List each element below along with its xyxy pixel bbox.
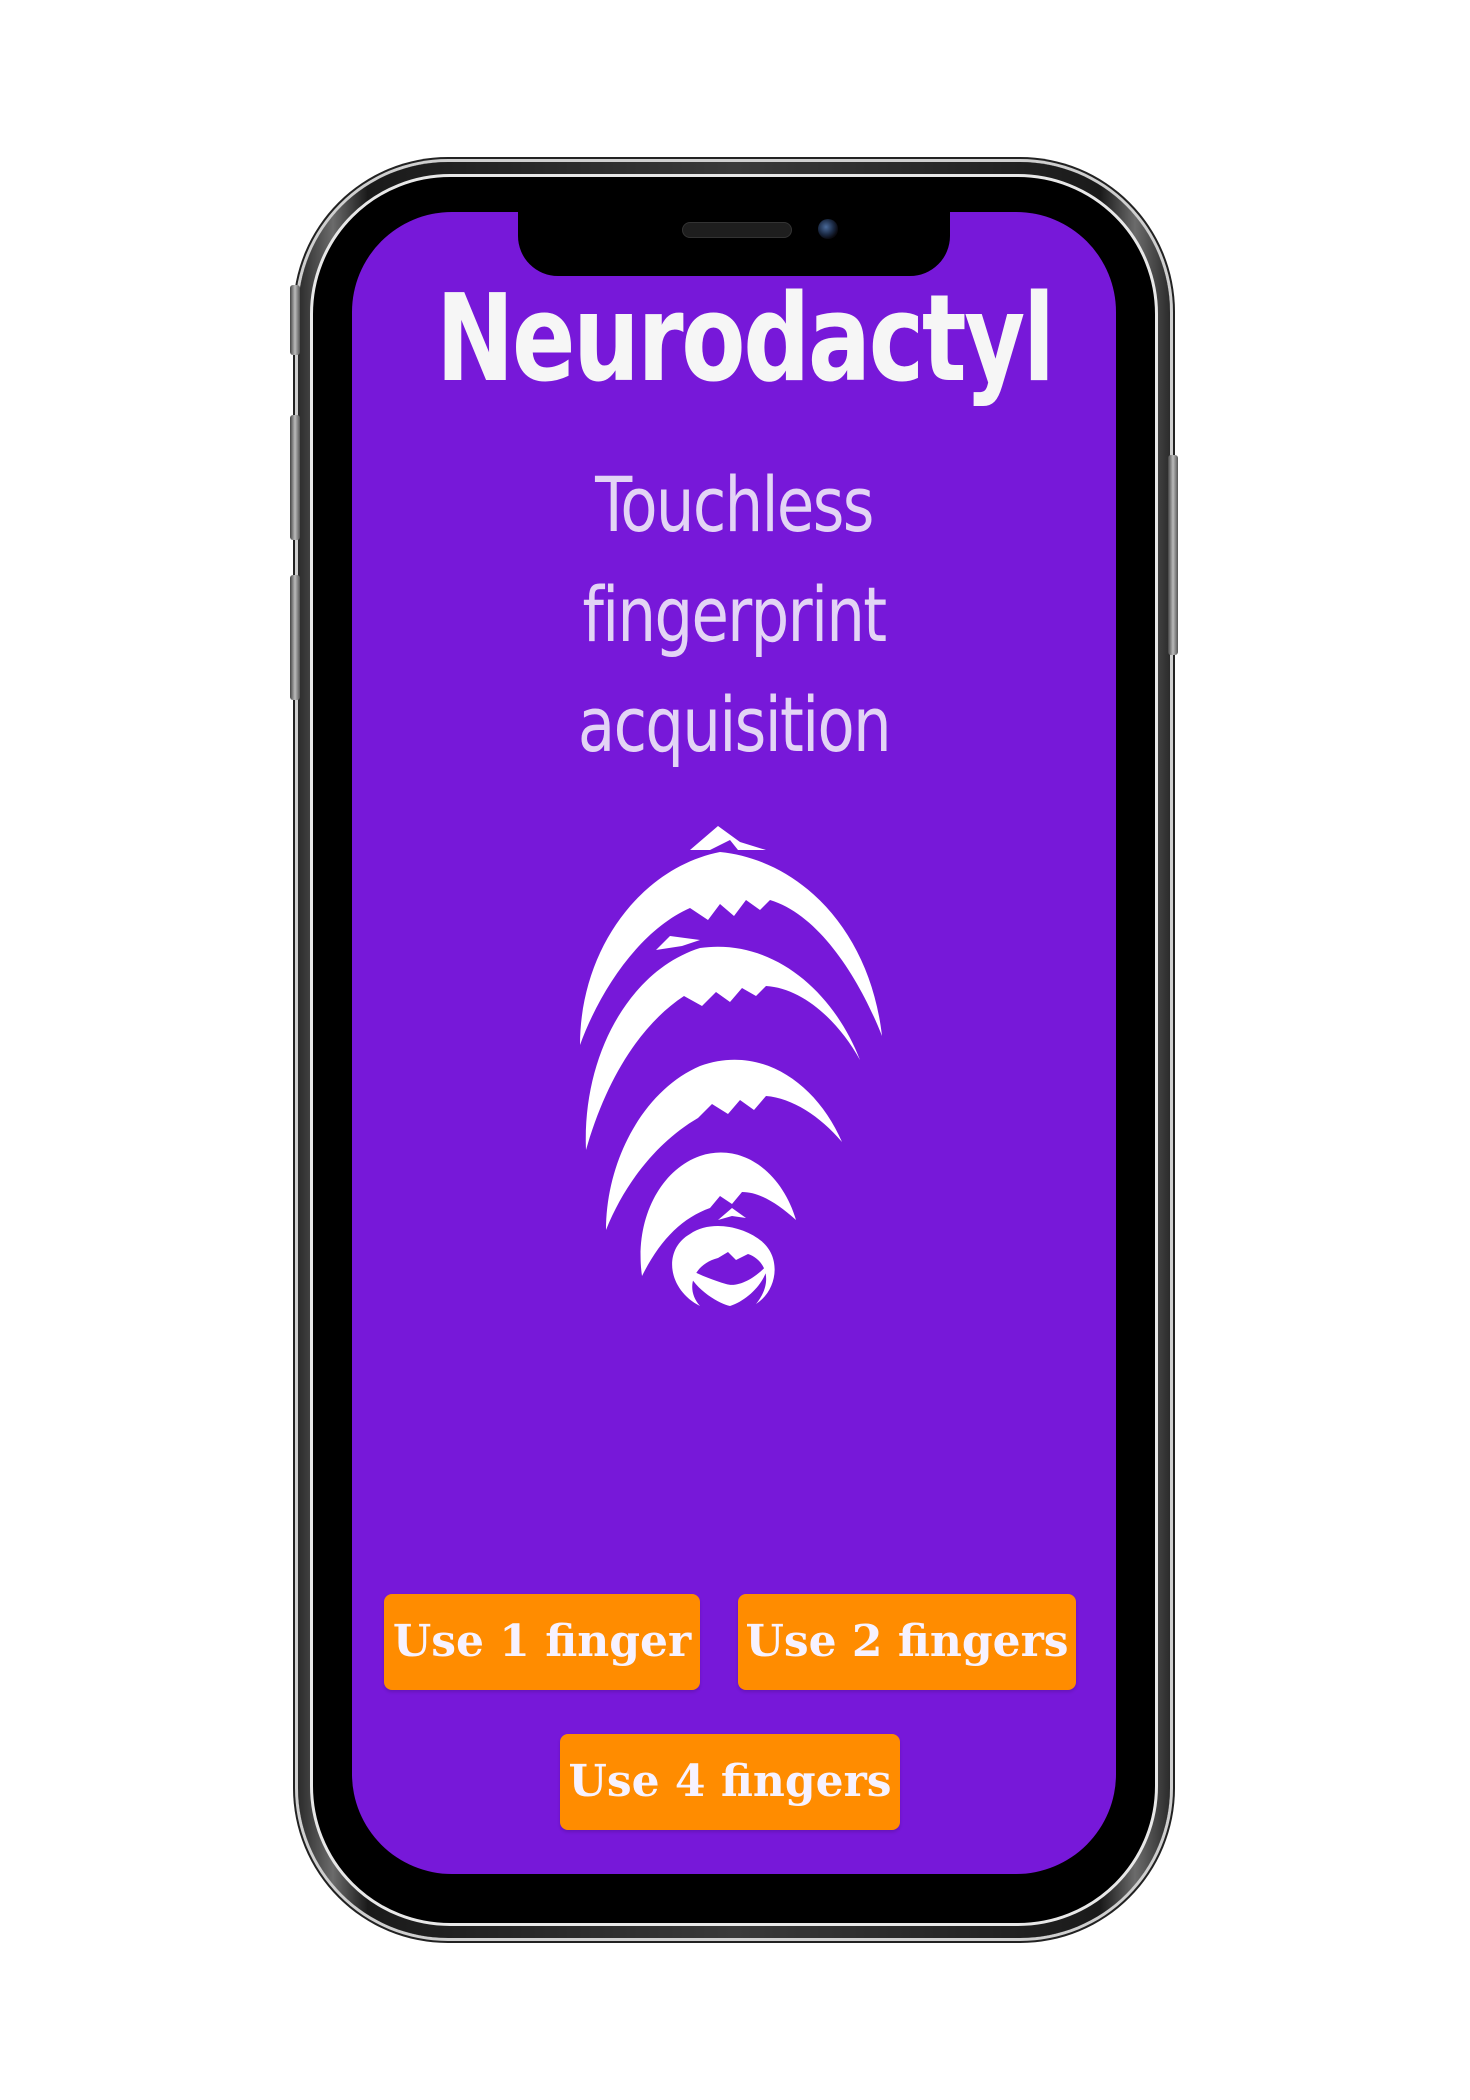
app-title: Neurodactyl: [436, 270, 1055, 409]
phone-mute-switch: [290, 285, 300, 355]
use-1-finger-button[interactable]: Use 1 finger: [384, 1594, 700, 1690]
phone-volume-down: [290, 575, 300, 700]
app-subtitle: Touchless fingerprint acquisition: [577, 460, 892, 769]
use-2-fingers-button[interactable]: Use 2 fingers: [738, 1594, 1076, 1690]
use-4-fingers-button[interactable]: Use 4 fingers: [560, 1734, 900, 1830]
speaker-grille: [682, 222, 792, 238]
front-camera: [818, 219, 838, 239]
phone-notch: [518, 204, 950, 276]
fingerprint-logo-icon: [580, 826, 882, 1306]
phone-volume-up: [290, 415, 300, 540]
phone-power-button: [1168, 455, 1178, 655]
